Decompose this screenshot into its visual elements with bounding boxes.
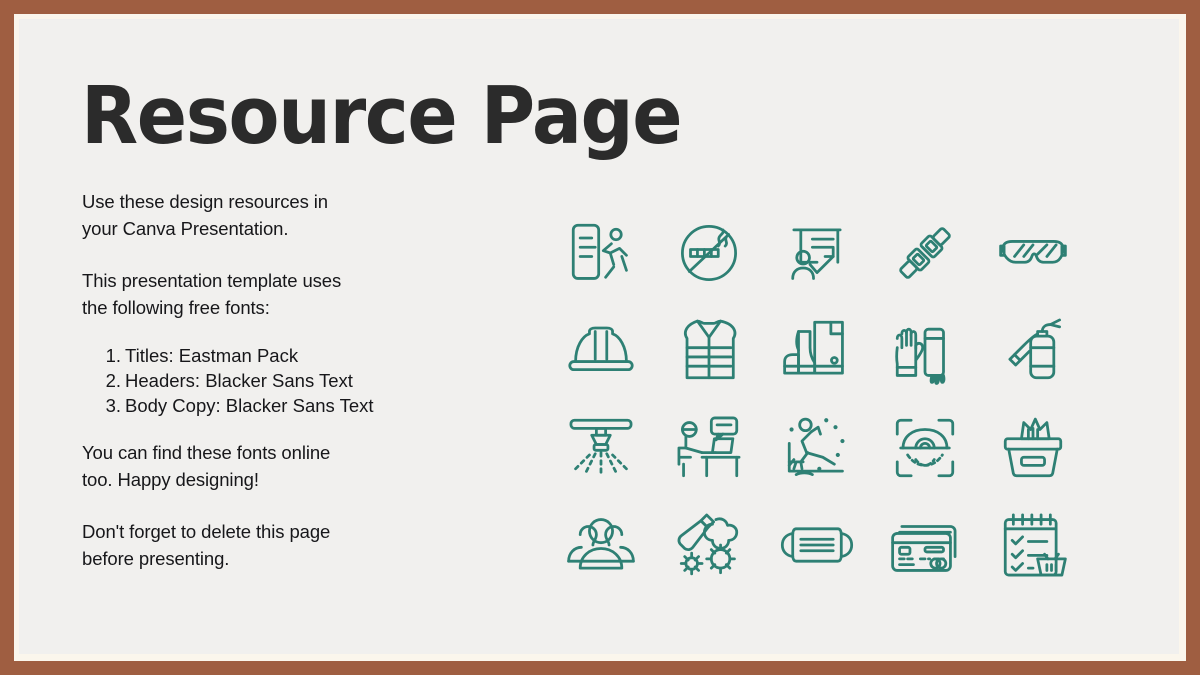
list-item-number: 3.: [105, 395, 121, 416]
list-item: 3. Body Copy: Blacker Sans Text: [82, 393, 412, 418]
fonts-intro-line-1: This presentation template uses: [82, 270, 342, 291]
list-item: 2. Headers: Blacker Sans Text: [82, 368, 412, 393]
list-item-number: 1.: [105, 345, 121, 366]
slide-frame: Resource Page Use these design resources…: [0, 0, 1200, 675]
protective-gloves-icon: [871, 302, 979, 400]
credit-cards-icon: [871, 497, 979, 595]
shopping-checklist-icon: [979, 497, 1087, 595]
delete-note-paragraph: Don't forget to delete this page before …: [82, 519, 412, 572]
find-line-2: too. Happy designing!: [82, 468, 259, 490]
safety-vest-icon: [655, 302, 763, 400]
delete-line-1: Don't forget to delete this page: [82, 521, 331, 542]
list-item-label: Titles: Eastman Pack: [125, 345, 299, 366]
list-item-label: Headers: Blacker Sans Text: [125, 370, 353, 391]
intro-paragraph: Use these design resources in your Canva…: [82, 189, 412, 242]
safety-training-presentation-icon: [763, 204, 871, 302]
safety-goggles-icon: [979, 204, 1087, 302]
intro-line-1: Use these design resources in: [82, 191, 328, 212]
find-fonts-paragraph: You can find these fonts online too. Hap…: [82, 440, 412, 493]
hard-hat-icon: [547, 302, 655, 400]
sanitizer-germs-icon: [655, 497, 763, 595]
delete-line-2: before presenting.: [82, 547, 230, 569]
list-item: 1. Titles: Eastman Pack: [82, 343, 412, 368]
eye-scan-icon: [871, 399, 979, 497]
icon-grid: [547, 204, 1087, 594]
emergency-evacuation-plan-icon: [547, 204, 655, 302]
fonts-intro-paragraph: This presentation template uses the foll…: [82, 268, 412, 321]
fonts-intro-line-2: the following free fonts:: [82, 296, 270, 318]
slip-and-fall-hazard-icon: [763, 399, 871, 497]
intro-line-2: your Canva Presentation.: [82, 217, 289, 239]
page-title: Resource Page: [81, 70, 683, 162]
list-item-label: Body Copy: Blacker Sans Text: [125, 395, 374, 416]
find-line-1: You can find these fonts online: [82, 442, 331, 463]
group-of-people-icon: [547, 497, 655, 595]
text-column: Use these design resources in your Canva…: [82, 189, 412, 572]
wet-wipes-container-icon: [979, 399, 1087, 497]
seatbelt-icon: [871, 204, 979, 302]
office-ergonomics-icon: [655, 399, 763, 497]
font-list: 1. Titles: Eastman Pack 2. Headers: Blac…: [82, 343, 412, 418]
list-item-number: 2.: [105, 370, 121, 391]
fire-extinguisher-icon: [979, 302, 1087, 400]
slide-panel: Resource Page Use these design resources…: [19, 19, 1179, 654]
safety-boots-icon: [763, 302, 871, 400]
face-mask-icon: [763, 497, 871, 595]
fire-sprinkler-icon: [547, 399, 655, 497]
no-smoking-icon: [655, 204, 763, 302]
